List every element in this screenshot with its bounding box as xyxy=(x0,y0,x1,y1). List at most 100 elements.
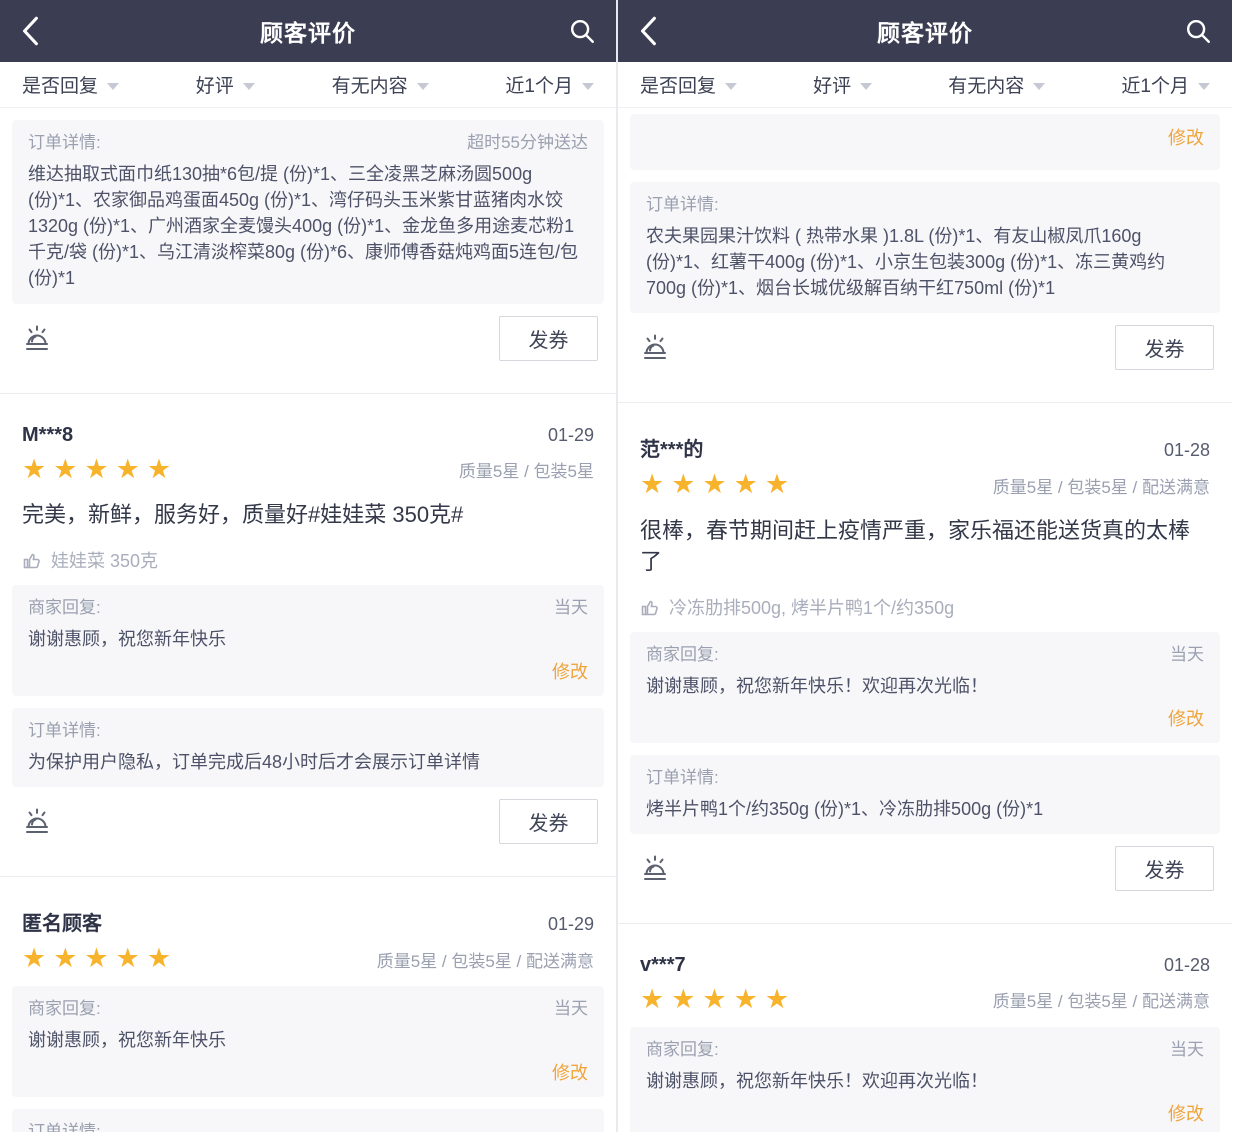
filter-bar: 是否回复 好评 有无内容 近1个月 xyxy=(0,62,616,108)
chevron-down-icon xyxy=(582,83,594,90)
review-text: 很棒，春节期间赶上疫情严重，家乐福还能送货真的太棒了 xyxy=(640,516,1210,578)
reply-time-badge: 当天 xyxy=(554,998,588,1020)
order-items-text: 维达抽取式面巾纸130抽*6包/提 (份)*1、三全凌黑芝麻汤圆500g (份)… xyxy=(28,161,588,291)
merchant-reply-text: 谢谢惠顾，祝您新年快乐 xyxy=(28,1027,588,1053)
product-tag: 冷冻肋排500g, 烤半片鸭1个/约350g xyxy=(640,594,1210,620)
merchant-reply-card: 商家回复: 当天 谢谢惠顾，祝您新年快乐！欢迎再次光临！ 修改 xyxy=(630,1027,1220,1132)
filter-rating[interactable]: 好评 xyxy=(813,71,872,98)
alarm-icon[interactable] xyxy=(18,799,56,844)
filter-content[interactable]: 有无内容 xyxy=(948,71,1045,98)
filter-reply[interactable]: 是否回复 xyxy=(22,71,119,98)
edit-reply-link[interactable]: 修改 xyxy=(646,1100,1204,1126)
alarm-icon[interactable] xyxy=(636,846,674,891)
review-panel-left: 顾客评价 是否回复 好评 有无内容 近1个月 订单详情: 超时55分钟送达 维达… xyxy=(0,0,616,1132)
back-button[interactable] xyxy=(638,15,658,47)
alarm-icon[interactable] xyxy=(636,325,674,370)
reply-time-badge: 当天 xyxy=(1170,644,1204,666)
edit-reply-link[interactable]: 修改 xyxy=(28,658,588,684)
customer-review-app: 顾客评价 是否回复 好评 有无内容 近1个月 订单详情: 超时55分钟送达 维达… xyxy=(0,0,1234,1132)
order-details-card: 订单详情: 超时55分钟送达 维达抽取式面巾纸130抽*6包/提 (份)*1、三… xyxy=(12,120,604,304)
issue-coupon-button[interactable]: 发券 xyxy=(499,316,598,361)
review-panel-right: 顾客评价 是否回复 好评 有无内容 近1个月 修改 订单详情: 农夫果园果汁饮料… xyxy=(616,0,1232,1132)
divider xyxy=(618,923,1232,924)
chevron-down-icon xyxy=(860,83,872,90)
chevron-down-icon xyxy=(725,83,737,90)
merchant-reply-label: 商家回复: xyxy=(646,1039,719,1061)
order-details-label: 订单详情: xyxy=(646,767,719,789)
search-icon xyxy=(1184,17,1212,45)
order-details-label: 订单详情: xyxy=(28,1121,101,1132)
rating-detail-text: 质量5星 / 包装5星 / 配送满意 xyxy=(993,473,1210,498)
back-chevron-icon xyxy=(638,15,658,47)
search-button[interactable] xyxy=(1184,17,1212,45)
order-privacy-text: 为保护用户隐私，订单完成后48小时后才会展示订单详情 xyxy=(28,749,588,775)
star-rating: ★★★★★ xyxy=(640,985,796,1015)
filter-content[interactable]: 有无内容 xyxy=(332,71,429,98)
chevron-down-icon xyxy=(417,83,429,90)
thumb-up-icon xyxy=(22,551,42,571)
divider xyxy=(618,402,1232,403)
rating-row: ★★★★★ 质量5星 / 包装5星 / 配送满意 xyxy=(640,985,1210,1015)
star-rating: ★★★★★ xyxy=(22,944,178,974)
rating-detail-text: 质量5星 / 包装5星 xyxy=(459,457,594,482)
review-list: 订单详情: 超时55分钟送达 维达抽取式面巾纸130抽*6包/提 (份)*1、三… xyxy=(0,108,616,1132)
review-header: 范***的 01-28 xyxy=(640,433,1210,462)
page-title: 顾客评价 xyxy=(877,14,973,48)
star-rating: ★★★★★ xyxy=(22,455,178,485)
review-date: 01-29 xyxy=(548,425,594,446)
rating-row: ★★★★★ 质量5星 / 包装5星 / 配送满意 xyxy=(640,470,1210,500)
merchant-reply-text: 谢谢惠顾，祝您新年快乐！欢迎再次光临！ xyxy=(646,673,1204,699)
merchant-reply-label: 商家回复: xyxy=(28,597,101,619)
action-row: 发券 xyxy=(12,799,604,844)
review-list: 修改 订单详情: 农夫果园果汁饮料 ( 热带水果 )1.8L (份)*1、有友山… xyxy=(618,108,1232,1132)
order-details-card: 订单详情: xyxy=(12,1109,604,1132)
page-title: 顾客评价 xyxy=(260,14,356,48)
filter-reply[interactable]: 是否回复 xyxy=(640,71,737,98)
app-header: 顾客评价 xyxy=(0,0,616,62)
chevron-down-icon xyxy=(243,83,255,90)
reviewer-name: 范***的 xyxy=(640,433,703,462)
chevron-down-icon xyxy=(1033,83,1045,90)
review-text: 完美，新鲜，服务好，质量好#娃娃菜 350克# xyxy=(22,500,594,531)
chevron-down-icon xyxy=(107,83,119,90)
divider xyxy=(0,393,616,394)
review-header: 匿名顾客 01-29 xyxy=(22,907,594,936)
merchant-reply-text: 谢谢惠顾，祝您新年快乐！欢迎再次光临！ xyxy=(646,1068,1204,1094)
divider xyxy=(0,876,616,877)
rating-row: ★★★★★ 质量5星 / 包装5星 / 配送满意 xyxy=(22,944,594,974)
back-button[interactable] xyxy=(20,15,40,47)
product-tag-label: 冷冻肋排500g, 烤半片鸭1个/约350g xyxy=(669,594,954,620)
review-header: v***7 01-28 xyxy=(640,954,1210,977)
edit-reply-link[interactable]: 修改 xyxy=(646,124,1204,150)
order-items-text: 农夫果园果汁饮料 ( 热带水果 )1.8L (份)*1、有友山椒凤爪160g (… xyxy=(646,223,1204,301)
review-header: M***8 01-29 xyxy=(22,424,594,447)
rating-detail-text: 质量5星 / 包装5星 / 配送满意 xyxy=(993,987,1210,1012)
reply-time-badge: 当天 xyxy=(554,597,588,619)
search-button[interactable] xyxy=(568,17,596,45)
merchant-reply-card-clipped: 修改 xyxy=(630,114,1220,170)
filter-period[interactable]: 近1个月 xyxy=(1121,71,1210,98)
action-row: 发券 xyxy=(630,325,1220,370)
product-tag-label: 娃娃菜 350克 xyxy=(51,547,158,573)
rating-detail-text: 质量5星 / 包装5星 / 配送满意 xyxy=(377,947,594,972)
back-chevron-icon xyxy=(20,15,40,47)
review-date: 01-29 xyxy=(548,914,594,935)
order-details-card: 订单详情: 烤半片鸭1个/约350g (份)*1、冷冻肋排500g (份)*1 xyxy=(630,755,1220,834)
filter-rating[interactable]: 好评 xyxy=(196,71,255,98)
merchant-reply-text: 谢谢惠顾，祝您新年快乐 xyxy=(28,626,588,652)
issue-coupon-button[interactable]: 发券 xyxy=(1115,846,1214,891)
merchant-reply-card: 商家回复: 当天 谢谢惠顾，祝您新年快乐 修改 xyxy=(12,585,604,696)
issue-coupon-button[interactable]: 发券 xyxy=(499,799,598,844)
alarm-icon[interactable] xyxy=(18,316,56,361)
thumb-up-icon xyxy=(640,598,660,618)
edit-reply-link[interactable]: 修改 xyxy=(646,705,1204,731)
review-date: 01-28 xyxy=(1164,440,1210,461)
issue-coupon-button[interactable]: 发券 xyxy=(1115,325,1214,370)
order-details-label: 订单详情: xyxy=(28,720,101,742)
merchant-reply-card: 商家回复: 当天 谢谢惠顾，祝您新年快乐 修改 xyxy=(12,986,604,1097)
merchant-reply-label: 商家回复: xyxy=(646,644,719,666)
filter-bar: 是否回复 好评 有无内容 近1个月 xyxy=(618,62,1232,108)
order-details-label: 订单详情: xyxy=(646,194,719,216)
filter-period[interactable]: 近1个月 xyxy=(505,71,594,98)
edit-reply-link[interactable]: 修改 xyxy=(28,1059,588,1085)
